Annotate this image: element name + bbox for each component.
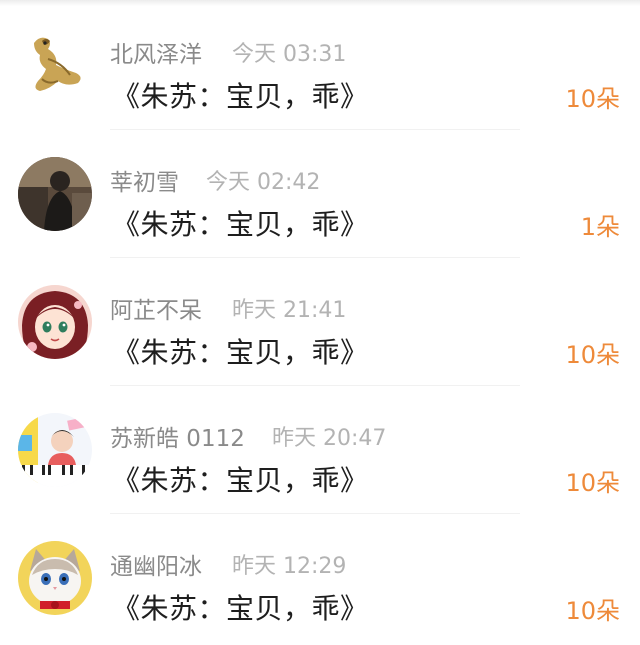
avatar[interactable] [18,541,92,615]
sender-name[interactable]: 阿芷不呆 [110,291,202,325]
avatar[interactable] [18,413,92,487]
send-time: 今天 03:31 [232,42,347,67]
cat-avatar-image [18,541,92,615]
gift-title: 《朱苏：宝贝，乖》 [112,336,369,369]
sender-name[interactable]: 苏新皓 0112 [110,419,245,453]
person-photo-avatar-image [18,157,92,231]
sender-name[interactable]: 北风泽洋 [110,35,202,69]
list-item[interactable]: 苏新皓 0112 昨天 20:47 《朱苏：宝贝，乖》 10朵 [0,387,640,514]
flower-count: 10朵 [565,85,620,113]
flower-count: 1朵 [580,213,620,241]
row-divider [110,385,520,386]
gift-title: 《朱苏：宝贝，乖》 [112,592,369,625]
row-divider [110,513,520,514]
gift-title: 《朱苏：宝贝，乖》 [112,208,369,241]
row-divider [110,257,520,258]
sender-name[interactable]: 通幽阳冰 [110,547,202,581]
flower-count: 10朵 [565,341,620,369]
gift-title: 《朱苏：宝贝，乖》 [112,80,369,113]
list-item[interactable]: 莘初雪 今天 02:42 《朱苏：宝贝，乖》 1朵 [0,131,640,258]
gift-title: 《朱苏：宝贝，乖》 [112,464,369,497]
sender-name[interactable]: 莘初雪 [110,163,179,197]
flower-count: 10朵 [565,597,620,625]
anime-girl-avatar-image [18,285,92,359]
row-divider [110,129,520,130]
golden-dragon-avatar-image [18,29,92,103]
send-time: 昨天 21:41 [232,298,347,323]
send-time: 昨天 12:29 [232,554,347,579]
avatar[interactable] [18,285,92,359]
avatar[interactable] [18,29,92,103]
list-item[interactable]: 通幽阳冰 昨天 12:29 《朱苏：宝贝，乖》 10朵 [0,515,640,642]
piano-boy-avatar-image [18,413,92,487]
flower-count: 10朵 [565,469,620,497]
list-item[interactable]: 北风泽洋 今天 03:31 《朱苏：宝贝，乖》 10朵 [0,3,640,130]
send-time: 昨天 20:47 [272,426,387,451]
list-item[interactable]: 阿芷不呆 昨天 21:41 《朱苏：宝贝，乖》 10朵 [0,259,640,386]
send-time: 今天 02:42 [206,170,321,195]
avatar[interactable] [18,157,92,231]
